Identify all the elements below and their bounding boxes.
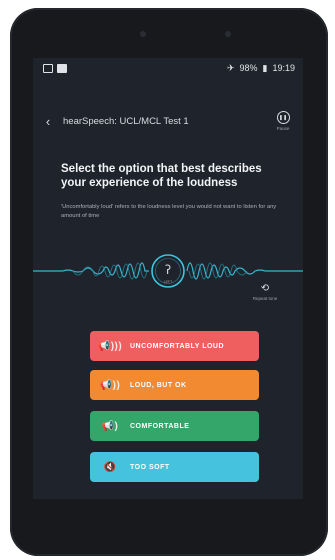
option-label: COMFORTABLE	[130, 422, 190, 430]
option-loud-but-ok-button[interactable]: 📢)) LOUD, BUT OK	[90, 370, 259, 400]
megaphone-icon: 📢)	[101, 420, 119, 432]
pause-button[interactable]: ❚❚ Pause	[263, 111, 303, 131]
ear-icon: ʔ	[165, 263, 171, 277]
option-label: LOUD, BUT OK	[130, 381, 187, 389]
megaphone-muted-icon: 🔇	[103, 461, 117, 473]
replay-icon: ⟲	[260, 283, 270, 294]
page-title: hearSpeech: UCL/MCL Test 1	[63, 115, 189, 127]
camera-dot	[140, 31, 146, 37]
battery-text: 98%	[239, 63, 258, 73]
notification-icon	[57, 63, 67, 73]
option-label: UNCOMFORTABLY LOUD	[130, 342, 225, 350]
sensor-dot	[225, 31, 231, 37]
option-too-soft-button[interactable]: 🔇 TOO SOFT	[90, 452, 259, 482]
top-bar: ‹ hearSpeech: UCL/MCL Test 1 ❚❚ Pause	[33, 108, 303, 134]
megaphone-medium-icon: 📢))	[99, 379, 121, 391]
clock: 19:19	[272, 63, 295, 73]
chevron-left-icon: ‹	[45, 113, 51, 129]
question-heading: Select the option that best describes yo…	[61, 163, 262, 189]
question-description: 'Uncomfortably loud' refers to the loudn…	[61, 204, 277, 219]
gallery-icon	[43, 63, 53, 73]
option-uncomfortably-loud-button[interactable]: 📢))) UNCOMFORTABLY LOUD	[90, 331, 259, 361]
app-screen: ✈ 98% ▮ 19:19 ‹ hearSpeech: UCL/MCL Test…	[33, 58, 303, 499]
ear-side-label: LEFT	[164, 280, 173, 284]
option-label: TOO SOFT	[130, 463, 170, 471]
airplane-icon: ✈	[226, 62, 235, 73]
battery-icon: ▮	[262, 62, 268, 73]
back-button[interactable]: ‹	[33, 114, 63, 129]
option-comfortable-button[interactable]: 📢) COMFORTABLE	[90, 411, 259, 441]
pause-label: Pause	[276, 126, 290, 131]
pause-icon: ❚❚	[276, 111, 290, 124]
repeat-tone-label: Repeat tone	[252, 296, 278, 301]
repeat-tone-button[interactable]: ⟲ Repeat tone	[247, 283, 283, 302]
megaphone-loud-icon: 📢)))	[97, 340, 123, 352]
status-bar: ✈ 98% ▮ 19:19	[33, 58, 303, 78]
